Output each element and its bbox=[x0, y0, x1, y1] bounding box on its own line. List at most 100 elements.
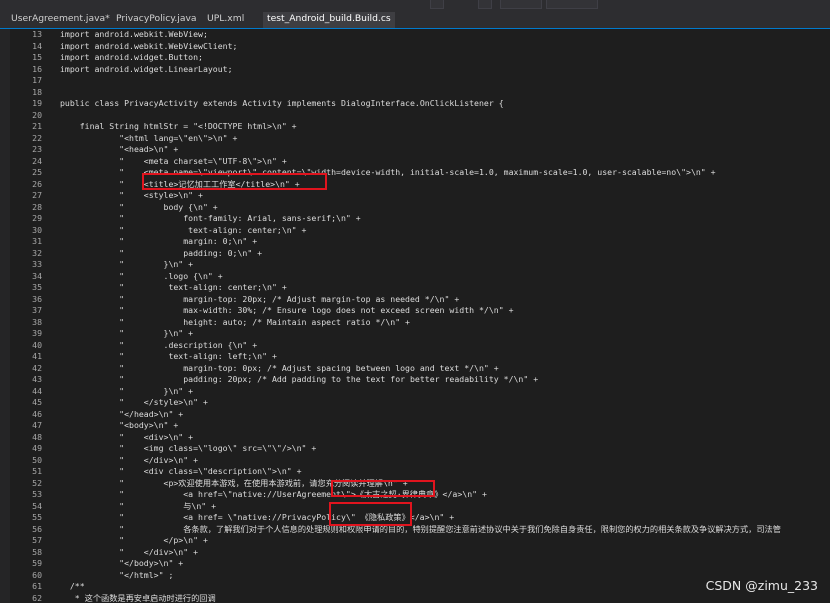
line-number: 36 bbox=[32, 293, 42, 304]
code-line[interactable]: 42 " margin-top: 0px; /* Adjust spacing … bbox=[0, 363, 830, 375]
highlight-title-tag bbox=[142, 173, 327, 190]
code-line[interactable]: 37 " max-width: 30%; /* Ensure logo does… bbox=[0, 305, 830, 317]
code-text: " </div>\n" + bbox=[60, 546, 199, 557]
line-number: 24 bbox=[32, 155, 42, 166]
code-text: import android.webkit.WebViewClient; bbox=[60, 40, 238, 51]
line-number: 35 bbox=[32, 282, 42, 292]
code-line[interactable]: 57 " </p>\n" + bbox=[0, 535, 830, 547]
line-number: 20 bbox=[32, 109, 42, 120]
code-line[interactable]: 17 bbox=[0, 75, 830, 87]
line-number: 41 bbox=[32, 351, 42, 361]
code-line[interactable]: 25 " <meta name=\"viewport\" content=\"w… bbox=[0, 167, 830, 179]
code-line[interactable]: 20 bbox=[0, 110, 830, 122]
code-text: " 与\n" + bbox=[60, 500, 217, 511]
code-line[interactable]: 27 " <style>\n" + bbox=[0, 190, 830, 202]
code-line[interactable]: 50 " </div>\n" + bbox=[0, 455, 830, 467]
code-text: "<html lang=\"en\">\n" + bbox=[60, 132, 238, 143]
code-text: " <img class=\"logo\" src=\"\"/>\n" + bbox=[60, 443, 317, 453]
code-line[interactable]: 34 " .logo {\n" + bbox=[0, 271, 830, 283]
line-number: 62 bbox=[32, 592, 42, 603]
code-text: " <div class=\"description\">\n" + bbox=[60, 466, 302, 476]
line-number: 30 bbox=[32, 224, 42, 235]
code-text: " </div>\n" + bbox=[60, 454, 199, 465]
code-line[interactable]: 46 "</head>\n" + bbox=[0, 409, 830, 421]
line-number: 31 bbox=[32, 236, 42, 246]
line-number: 45 bbox=[32, 397, 42, 407]
code-line[interactable]: 29 " font-family: Arial, sans-serif;\n" … bbox=[0, 213, 830, 225]
line-number: 51 bbox=[32, 466, 42, 476]
code-text: " margin: 0;\n" + bbox=[60, 236, 258, 246]
code-text: "</body>\n" + bbox=[60, 558, 184, 568]
code-line[interactable]: 15 import android.widget.Button; bbox=[0, 52, 830, 64]
code-editor[interactable]: 13 import android.webkit.WebView; 14 import… bbox=[0, 29, 830, 603]
code-line[interactable]: 23 "<head>\n" + bbox=[0, 144, 830, 156]
code-line[interactable]: 44 " }\n" + bbox=[0, 386, 830, 398]
code-line[interactable]: 19 public class PrivacyActivity extends A… bbox=[0, 98, 830, 110]
line-number: 33 bbox=[32, 259, 42, 269]
line-number: 54 bbox=[32, 500, 42, 511]
code-line[interactable]: 38 " height: auto; /* Maintain aspect ra… bbox=[0, 317, 830, 329]
line-number: 55 bbox=[32, 512, 42, 522]
editor-tab-bar: UserAgreement.java* PrivacyPolicy.java U… bbox=[0, 10, 830, 29]
code-line[interactable]: 58 " </div>\n" + bbox=[0, 547, 830, 559]
code-line[interactable]: 54 " 与\n" + bbox=[0, 501, 830, 513]
code-text: " </style>\n" + bbox=[60, 397, 208, 407]
code-line[interactable]: 24 " <meta charset=\"UTF-8\">\n" + bbox=[0, 156, 830, 168]
code-text: final String htmlStr = "<!DOCTYPE html>\… bbox=[60, 121, 297, 131]
code-line[interactable]: 32 " padding: 0;\n" + bbox=[0, 248, 830, 260]
code-line[interactable]: 45 " </style>\n" + bbox=[0, 397, 830, 409]
code-line[interactable]: 30 " text-align: center;\n" + bbox=[0, 225, 830, 237]
code-line[interactable]: 28 " body {\n" + bbox=[0, 202, 830, 214]
code-line[interactable]: 21 final String htmlStr = "<!DOCTYPE htm… bbox=[0, 121, 830, 133]
tab-build-cs[interactable]: test_Android_build.Build.cs bbox=[263, 12, 395, 28]
code-text: * 这个函数是再安卓启动时进行的回调 bbox=[60, 592, 216, 603]
line-number: 28 bbox=[32, 201, 42, 212]
line-number: 38 bbox=[32, 316, 42, 327]
line-number: 56 bbox=[32, 523, 42, 534]
line-number: 48 bbox=[32, 431, 42, 442]
code-line[interactable]: 18 bbox=[0, 87, 830, 99]
code-line[interactable]: 41 " text-align: left;\n" + bbox=[0, 351, 830, 363]
code-line[interactable]: 14 import android.webkit.WebViewClient; bbox=[0, 41, 830, 53]
line-number: 14 bbox=[32, 40, 42, 51]
tab-upl-xml[interactable]: UPL.xml bbox=[203, 12, 248, 28]
toolbar-button[interactable] bbox=[478, 0, 492, 9]
code-line[interactable]: 33 " }\n" + bbox=[0, 259, 830, 271]
code-line[interactable]: 39 " }\n" + bbox=[0, 328, 830, 340]
line-number: 25 bbox=[32, 167, 42, 177]
toolbar-dropdown[interactable] bbox=[546, 0, 598, 9]
code-line[interactable]: 26 " <title>记忆加工工作室</title>\n" + bbox=[0, 179, 830, 191]
code-text: " }\n" + bbox=[60, 385, 194, 396]
code-line[interactable]: 59 "</body>\n" + bbox=[0, 558, 830, 570]
tab-privacy-policy[interactable]: PrivacyPolicy.java bbox=[112, 12, 201, 28]
line-number: 47 bbox=[32, 420, 42, 430]
line-number: 58 bbox=[32, 546, 42, 557]
line-number: 37 bbox=[32, 305, 42, 315]
code-text: "</head>\n" + bbox=[60, 408, 184, 419]
code-line[interactable]: 35 " text-align: center;\n" + bbox=[0, 282, 830, 294]
code-line[interactable]: 31 " margin: 0;\n" + bbox=[0, 236, 830, 248]
line-number: 50 bbox=[32, 454, 42, 465]
line-number: 61 bbox=[32, 581, 42, 591]
toolbar-button[interactable] bbox=[430, 0, 444, 9]
toolbar-dropdown[interactable] bbox=[500, 0, 542, 9]
code-line[interactable]: 13 import android.webkit.WebView; bbox=[0, 29, 830, 41]
line-number: 57 bbox=[32, 535, 42, 545]
code-line[interactable]: 36 " margin-top: 20px; /* Adjust margin-… bbox=[0, 294, 830, 306]
code-line[interactable]: 16 import android.widget.LinearLayout; bbox=[0, 64, 830, 76]
code-line[interactable]: 40 " .description {\n" + bbox=[0, 340, 830, 352]
code-line[interactable]: 43 " padding: 20px; /* Add padding to th… bbox=[0, 374, 830, 386]
code-line[interactable]: 48 " <div>\n" + bbox=[0, 432, 830, 444]
line-number: 44 bbox=[32, 385, 42, 396]
code-line[interactable]: 22 "<html lang=\"en\">\n" + bbox=[0, 133, 830, 145]
code-line[interactable]: 47 "<body>\n" + bbox=[0, 420, 830, 432]
code-line[interactable]: 56 " 各条款，了解我们对于个人信息的处理规则和权限申请的目的，特别提醒您注意… bbox=[0, 524, 830, 536]
highlight-user-agreement-link bbox=[331, 480, 435, 497]
code-line[interactable]: 55 " <a href= \"native://PrivacyPolicy\"… bbox=[0, 512, 830, 524]
line-number: 16 bbox=[32, 63, 42, 74]
code-line[interactable]: 51 " <div class=\"description\">\n" + bbox=[0, 466, 830, 478]
tab-user-agreement[interactable]: UserAgreement.java* bbox=[7, 12, 114, 28]
code-line[interactable]: 62 * 这个函数是再安卓启动时进行的回调 bbox=[0, 593, 830, 603]
code-text: " }\n" + bbox=[60, 328, 194, 338]
code-line[interactable]: 49 " <img class=\"logo\" src=\"\"/>\n" + bbox=[0, 443, 830, 455]
